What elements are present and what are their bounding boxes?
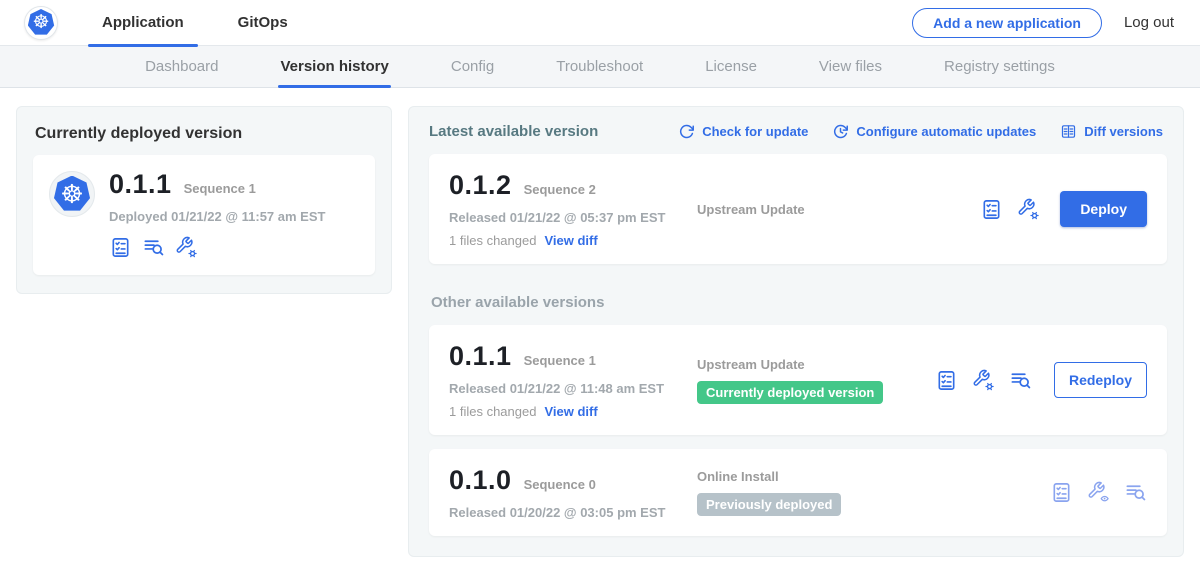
deployed-timestamp: Deployed 01/21/22 @ 11:57 am EST <box>109 209 325 224</box>
kubernetes-logo: ☸ <box>24 6 58 40</box>
other-available-title: Other available versions <box>431 294 1167 311</box>
diff-icon <box>1060 123 1077 140</box>
currently-deployed-card: ☸ 0.1.1 Sequence 1 Deployed 01/21/22 @ 1… <box>33 155 375 275</box>
app-logo: ☸ <box>49 171 95 217</box>
version-source-label: Upstream Update <box>697 202 805 217</box>
previously-deployed-badge: Previously deployed <box>697 493 841 516</box>
currently-deployed-badge: Currently deployed version <box>697 381 883 404</box>
available-versions-panel: Latest available version Check for updat… <box>408 106 1184 557</box>
subnav-view-files[interactable]: View files <box>817 46 884 88</box>
logs-icon[interactable] <box>1124 481 1147 504</box>
tab-application[interactable]: Application <box>88 0 198 46</box>
view-diff-link[interactable]: View diff <box>544 404 597 419</box>
subnav-troubleshoot[interactable]: Troubleshoot <box>554 46 645 88</box>
top-right-actions: Add a new application Log out <box>912 8 1176 38</box>
released-timestamp: Released 01/21/22 @ 11:48 am EST <box>449 381 697 396</box>
diff-versions-link[interactable]: Diff versions <box>1060 123 1163 140</box>
logs-icon[interactable] <box>142 236 165 259</box>
subnav-license[interactable]: License <box>703 46 759 88</box>
released-timestamp: Released 01/20/22 @ 03:05 pm EST <box>449 505 697 520</box>
subnav-config[interactable]: Config <box>449 46 496 88</box>
refresh-icon <box>678 123 695 140</box>
logout-button[interactable]: Log out <box>1124 14 1176 31</box>
app-subnav: Dashboard Version history Config Trouble… <box>0 46 1200 88</box>
version-number: 0.1.0 <box>449 465 512 496</box>
deployed-sequence: Sequence 1 <box>184 181 256 196</box>
tab-gitops[interactable]: GitOps <box>224 0 302 46</box>
redeploy-button[interactable]: Redeploy <box>1054 362 1147 398</box>
currently-deployed-panel: Currently deployed version ☸ 0.1.1 Seque… <box>16 106 392 294</box>
auto-update-icon <box>832 123 849 140</box>
subnav-version-history[interactable]: Version history <box>278 46 390 88</box>
wrench-gear-icon[interactable] <box>972 369 995 392</box>
checklist-icon[interactable] <box>980 198 1003 221</box>
wrench-eye-icon[interactable] <box>1087 481 1110 504</box>
configure-automatic-updates-link[interactable]: Configure automatic updates <box>832 123 1036 140</box>
version-number: 0.1.1 <box>449 341 512 372</box>
checklist-icon[interactable] <box>109 236 132 259</box>
version-sequence: Sequence 0 <box>524 477 596 492</box>
deployed-version-number: 0.1.1 <box>109 169 172 200</box>
released-timestamp: Released 01/21/22 @ 05:37 pm EST <box>449 210 697 225</box>
files-changed-label: 1 files changed <box>449 404 536 419</box>
subnav-dashboard[interactable]: Dashboard <box>143 46 220 88</box>
currently-deployed-title: Currently deployed version <box>35 125 375 143</box>
wrench-gear-icon[interactable] <box>1017 198 1040 221</box>
version-row-0-1-2: 0.1.2 Sequence 2 Released 01/21/22 @ 05:… <box>429 154 1167 264</box>
checklist-icon[interactable] <box>935 369 958 392</box>
app-tabs: Application GitOps <box>88 0 328 46</box>
helm-wheel-icon: ☸ <box>32 13 49 32</box>
version-row-0-1-1: 0.1.1 Sequence 1 Released 01/21/22 @ 11:… <box>429 325 1167 435</box>
main-content: Currently deployed version ☸ 0.1.1 Seque… <box>0 88 1200 557</box>
view-diff-link[interactable]: View diff <box>544 233 597 248</box>
subnav-registry-settings[interactable]: Registry settings <box>942 46 1057 88</box>
helm-wheel-icon: ☸ <box>60 181 83 207</box>
add-application-button[interactable]: Add a new application <box>912 8 1102 38</box>
checklist-icon[interactable] <box>1050 481 1073 504</box>
wrench-gear-icon[interactable] <box>175 236 198 259</box>
version-sequence: Sequence 1 <box>524 353 596 368</box>
version-row-0-1-0: 0.1.0 Sequence 0 Released 01/20/22 @ 03:… <box>429 449 1167 536</box>
check-for-update-link[interactable]: Check for update <box>678 123 808 140</box>
deploy-button[interactable]: Deploy <box>1060 191 1147 227</box>
kubernetes-logo-heptagon: ☸ <box>28 9 55 36</box>
files-changed-label: 1 files changed <box>449 233 536 248</box>
logs-icon[interactable] <box>1009 369 1032 392</box>
top-nav: ☸ Application GitOps Add a new applicati… <box>0 0 1200 46</box>
version-number: 0.1.2 <box>449 170 512 201</box>
version-sequence: Sequence 2 <box>524 182 596 197</box>
latest-available-title: Latest available version <box>429 123 598 140</box>
version-source-label: Upstream Update <box>697 357 805 372</box>
version-source-label: Online Install <box>697 469 779 484</box>
